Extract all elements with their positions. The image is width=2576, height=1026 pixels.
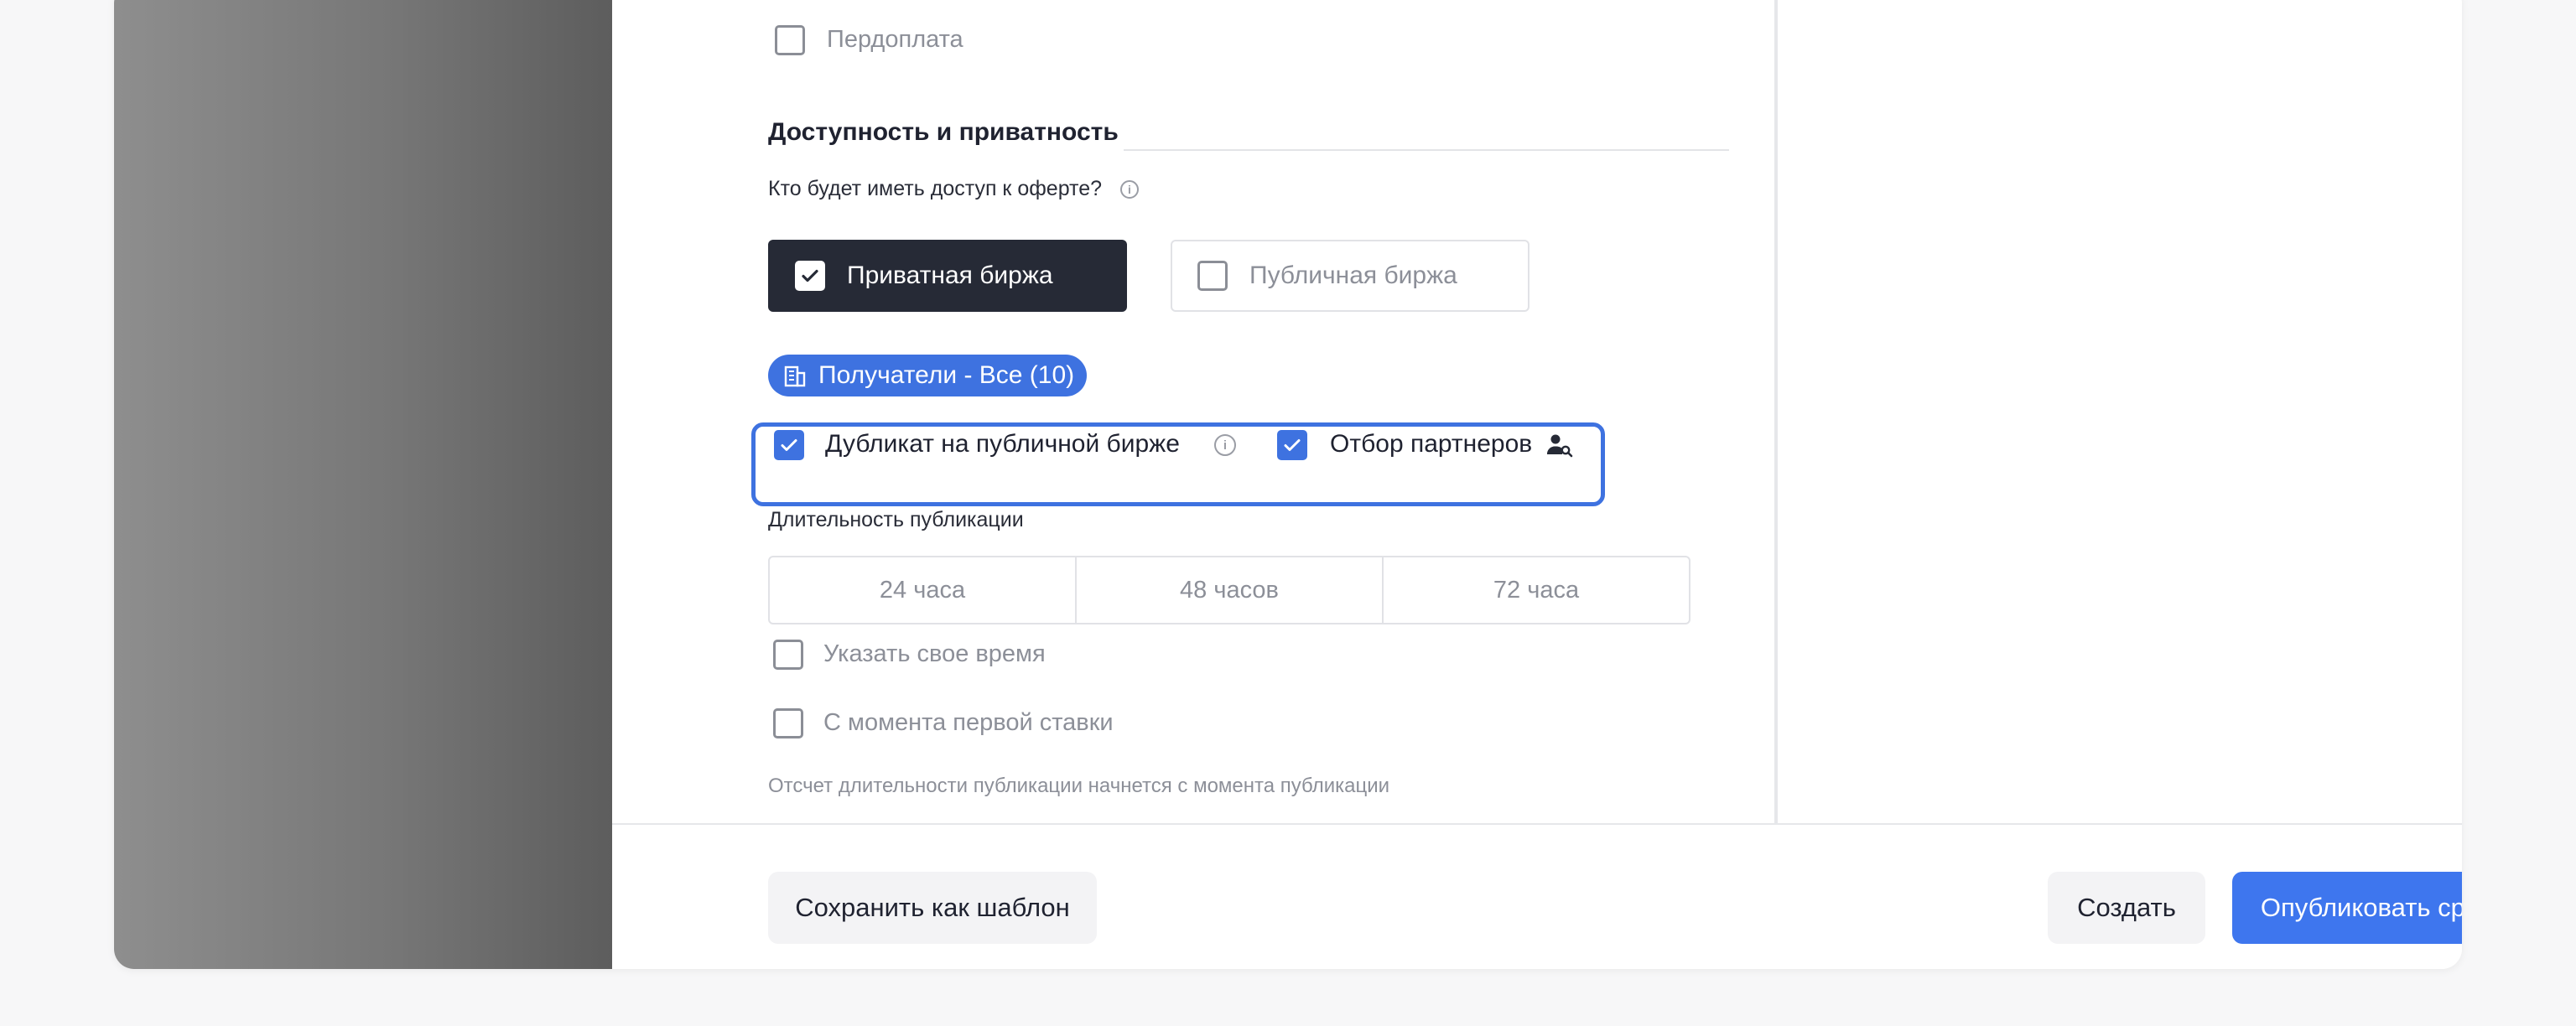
partner-selection-label: Отбор партнеров <box>1330 430 1533 458</box>
partner-selection-checkbox[interactable] <box>1277 430 1307 460</box>
duration-label: Длительность публикации <box>768 508 1024 531</box>
public-exchange-label: Публичная биржа <box>1249 262 1457 289</box>
first-bid-checkbox[interactable] <box>773 708 803 738</box>
section-divider <box>1124 149 1729 151</box>
prepayment-label: Пердоплата <box>827 26 963 53</box>
check-icon <box>781 439 797 451</box>
recipients-chip-label: Получатели - Все (10) <box>818 361 1075 389</box>
info-icon[interactable]: i <box>1214 434 1236 456</box>
access-question: Кто будет иметь доступ к оферте? <box>768 177 1103 200</box>
private-exchange-label: Приватная биржа <box>847 262 1053 289</box>
duplicate-public-checkbox[interactable] <box>774 430 804 460</box>
left-overlay-panel <box>114 0 612 969</box>
modal-window: Пердоплата Доступность и приватность Кто… <box>114 0 2462 969</box>
create-button[interactable]: Создать <box>2048 872 2205 944</box>
private-exchange-checkbox[interactable] <box>795 261 825 291</box>
form-column: Пердоплата Доступность и приватность Кто… <box>612 0 1774 823</box>
publish-now-button[interactable]: Опубликовать сразу <box>2232 872 2462 944</box>
section-title: Доступность и приватность <box>768 118 1119 146</box>
person-search-icon[interactable] <box>1546 433 1573 458</box>
public-exchange-checkbox[interactable] <box>1197 261 1228 291</box>
duplicate-public-label: Дубликат на публичной бирже <box>825 430 1180 458</box>
duration-option-72h[interactable]: 72 часа <box>1382 556 1690 624</box>
custom-time-checkbox[interactable] <box>773 640 803 670</box>
save-template-button[interactable]: Сохранить как шаблон <box>768 872 1097 944</box>
info-icon[interactable]: i <box>1120 180 1139 199</box>
first-bid-label: С момента первой ставки <box>823 709 1114 736</box>
duration-option-24h[interactable]: 24 часа <box>768 556 1077 624</box>
duration-option-48h[interactable]: 48 часов <box>1075 556 1384 624</box>
check-icon <box>802 269 818 282</box>
recipients-chip[interactable]: Получатели - Все (10) <box>768 355 1087 396</box>
private-exchange-option[interactable]: Приватная биржа <box>768 240 1127 312</box>
duration-hint: Отсчет длительности публикации начнется … <box>768 775 1390 797</box>
column-divider <box>1774 0 1778 823</box>
prepayment-checkbox[interactable] <box>775 25 805 55</box>
custom-time-label: Указать свое время <box>823 640 1046 667</box>
building-icon <box>784 365 806 387</box>
footer-bar: Сохранить как шаблон Создать Опубликоват… <box>612 823 2462 969</box>
check-icon <box>1284 439 1301 451</box>
public-exchange-option[interactable]: Публичная биржа <box>1171 240 1530 312</box>
